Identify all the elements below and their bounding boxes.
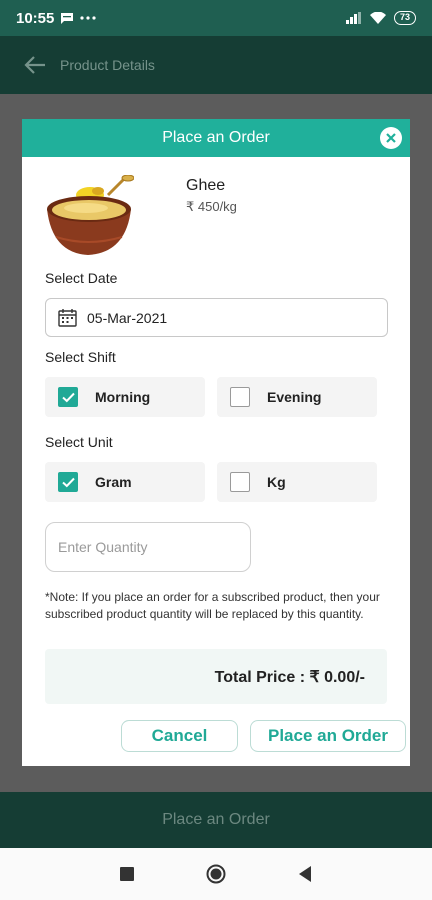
checkbox-checked[interactable]: [58, 387, 78, 407]
date-value: 05-Mar-2021: [87, 309, 168, 326]
unit-option-gram[interactable]: Gram: [45, 462, 205, 502]
home-icon[interactable]: [206, 864, 226, 884]
product-name: Ghee: [186, 177, 226, 194]
total-price: Total Price : ₹ 0.00/-: [214, 668, 365, 686]
checkbox-checked[interactable]: [58, 472, 78, 492]
unit-option-kg[interactable]: Kg: [217, 462, 377, 502]
checkmark-icon: [61, 392, 75, 402]
place-order-dialog: Place an Order Ghee ₹ 450/kg Select Date…: [22, 119, 410, 766]
shift-label-evening: Evening: [267, 389, 322, 405]
checkbox-unchecked[interactable]: [230, 387, 250, 407]
subscription-note: *Note: If you place an order for a subsc…: [45, 590, 380, 621]
dialog-header: Place an Order: [22, 119, 410, 157]
app-header: Product Details: [0, 36, 432, 94]
cancel-button[interactable]: Cancel: [121, 720, 238, 752]
status-time: 10:55: [16, 9, 55, 27]
place-order-button[interactable]: Place an Order: [250, 720, 406, 752]
close-button[interactable]: [380, 127, 402, 149]
message-icon: [61, 13, 74, 24]
back-icon[interactable]: [298, 866, 312, 882]
select-date-label: Select Date: [45, 270, 118, 286]
product-image: [47, 175, 134, 255]
total-price-box: Total Price : ₹ 0.00/-: [45, 649, 387, 704]
quantity-input[interactable]: Enter Quantity: [45, 522, 251, 572]
page-title: Product Details: [60, 57, 155, 73]
battery-icon: 73: [393, 11, 416, 25]
more-dots-icon: [80, 16, 96, 20]
unit-label-gram: Gram: [95, 474, 132, 490]
unit-label-kg: Kg: [267, 474, 286, 490]
system-nav-bar: [0, 848, 432, 900]
wifi-icon: [369, 12, 386, 24]
recents-icon[interactable]: [120, 867, 134, 881]
checkbox-unchecked[interactable]: [230, 472, 250, 492]
status-bar: 10:55 73: [0, 0, 432, 36]
dialog-title: Place an Order: [162, 129, 270, 146]
shift-option-morning[interactable]: Morning: [45, 377, 205, 417]
product-price: ₹ 450/kg: [186, 199, 237, 214]
calendar-icon: [58, 309, 77, 327]
bottom-order-button[interactable]: Place an Order: [0, 792, 432, 848]
date-field[interactable]: 05-Mar-2021: [45, 298, 388, 337]
select-unit-label: Select Unit: [45, 434, 113, 450]
shift-label-morning: Morning: [95, 389, 151, 405]
signal-icon: [345, 12, 361, 24]
select-shift-label: Select Shift: [45, 349, 116, 365]
shift-option-evening[interactable]: Evening: [217, 377, 377, 417]
close-icon: [386, 133, 396, 143]
back-arrow-icon[interactable]: [24, 56, 46, 74]
checkmark-icon: [61, 477, 75, 487]
